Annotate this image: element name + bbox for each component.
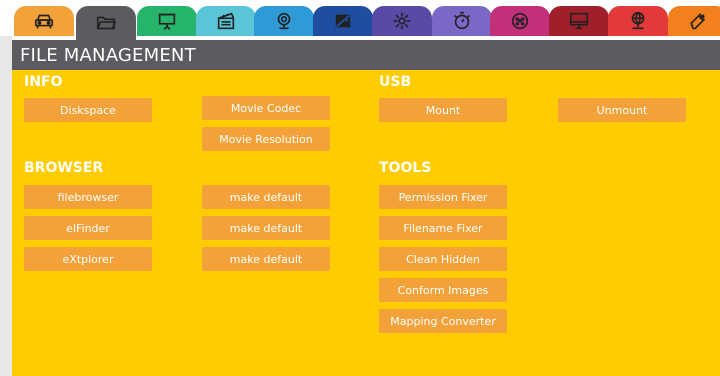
tab-network[interactable] <box>608 6 668 36</box>
car-icon <box>34 14 54 29</box>
app-window: FILE MANAGEMENT INFO Diskspace Movie Cod… <box>0 0 720 376</box>
light-spark-icon <box>393 12 411 30</box>
page-title: FILE MANAGEMENT <box>20 44 196 66</box>
section-title-tools: TOOLS <box>379 160 432 176</box>
tab-movie[interactable] <box>196 6 256 36</box>
network-globe-icon <box>631 11 645 30</box>
elfinder-button[interactable]: elFinder <box>24 216 152 240</box>
permission-fixer-button[interactable]: Permission Fixer <box>379 185 507 209</box>
movie-codec-button[interactable]: Movie Codec <box>202 96 330 120</box>
section-title-browser: BROWSER <box>24 160 104 176</box>
filebrowser-button[interactable]: filebrowser <box>24 185 152 209</box>
make-default-filebrowser-button[interactable]: make default <box>202 185 330 209</box>
conform-images-button[interactable]: Conform Images <box>379 278 507 302</box>
make-default-elfinder-button[interactable]: make default <box>202 216 330 240</box>
unmount-button[interactable]: Unmount <box>558 98 686 122</box>
make-default-extplorer-button[interactable]: make default <box>202 247 330 271</box>
tab-light[interactable] <box>372 6 432 36</box>
tab-dmx[interactable] <box>490 6 550 36</box>
mount-button[interactable]: Mount <box>379 98 507 122</box>
tab-display[interactable] <box>549 6 609 36</box>
movie-resolution-button[interactable]: Movie Resolution <box>202 127 330 151</box>
monitor-icon <box>569 12 589 30</box>
tab-car[interactable] <box>14 6 74 36</box>
projector-screen-icon <box>158 13 176 30</box>
filename-fixer-button[interactable]: Filename Fixer <box>379 216 507 240</box>
section-title-usb: USB <box>379 74 412 90</box>
left-rail <box>0 36 12 376</box>
mapping-converter-button[interactable]: Mapping Converter <box>379 309 507 333</box>
category-tab-bar <box>0 0 720 40</box>
dmx-connector-icon <box>511 12 529 30</box>
timer-icon <box>454 11 470 30</box>
page-header: FILE MANAGEMENT <box>12 40 720 70</box>
clapperboard-icon <box>217 12 235 30</box>
folder-icon <box>96 16 116 30</box>
clean-hidden-button[interactable]: Clean Hidden <box>379 247 507 271</box>
tab-camera[interactable] <box>254 6 314 36</box>
swatch-cross-icon <box>335 14 351 28</box>
section-title-info: INFO <box>24 74 63 90</box>
tab-projector[interactable] <box>137 6 197 36</box>
wrench-icon <box>690 13 706 30</box>
tab-timer[interactable] <box>432 6 492 36</box>
content-panel: INFO Diskspace Movie Codec Movie Resolut… <box>12 70 720 376</box>
tab-settings[interactable] <box>668 6 720 36</box>
diskspace-button[interactable]: Diskspace <box>24 98 152 122</box>
tab-file-management[interactable] <box>76 6 136 40</box>
webcam-icon <box>277 12 291 30</box>
extplorer-button[interactable]: eXtplorer <box>24 247 152 271</box>
tab-mapping[interactable] <box>313 6 373 36</box>
